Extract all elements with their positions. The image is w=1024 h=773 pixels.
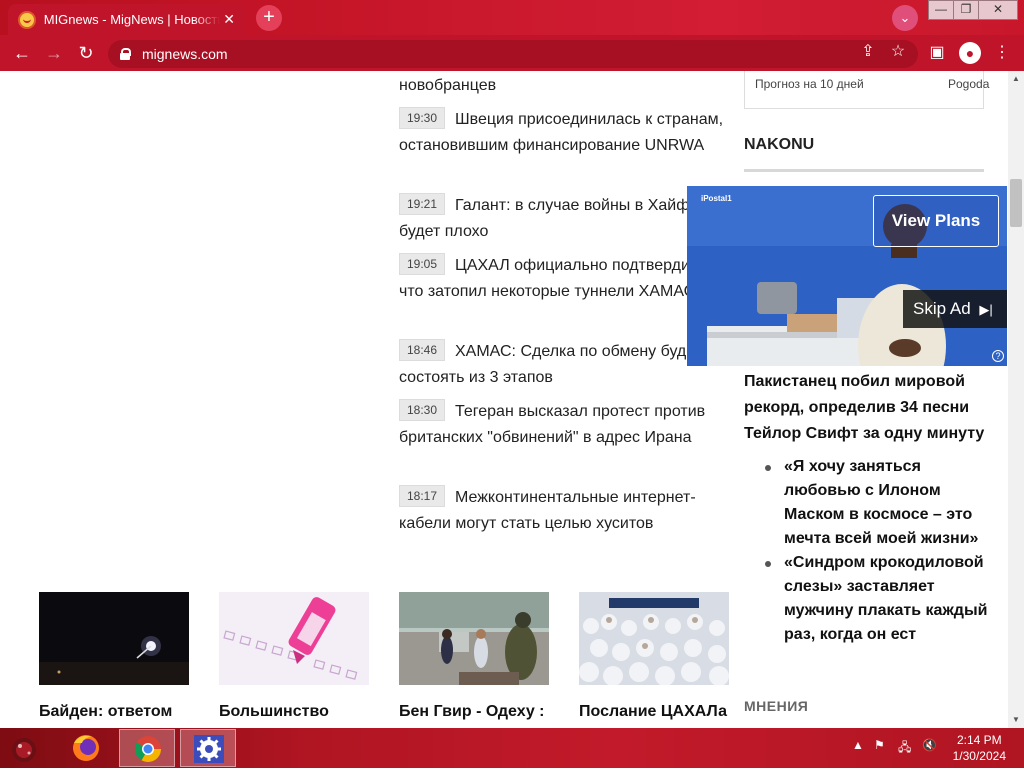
section-title-nakonu[interactable]: NAKONU	[744, 136, 814, 154]
view-plans-button[interactable]: View Plans	[873, 195, 999, 247]
windows-taskbar: ▲ ⚑ 🖧 🔇 2:14 PM 1/30/2024	[0, 728, 1024, 768]
settings-taskbar-icon[interactable]	[180, 729, 236, 767]
volume-muted-icon[interactable]: 🔇	[922, 738, 937, 752]
chrome-taskbar-icon[interactable]	[119, 729, 175, 767]
news-continued-text[interactable]: новобранцев	[399, 73, 496, 99]
section-divider	[744, 169, 984, 172]
tab-title: MIGnews - MigNews | Новости Израиля	[43, 12, 221, 27]
thumbnail-caption[interactable]: Послание ЦАХАЛа	[579, 703, 727, 721]
news-time: 19:05	[399, 253, 445, 275]
related-story-item[interactable]: «Синдром крокодиловой слезы» заставляет …	[764, 551, 989, 647]
browser-titlebar: MIGnews - MigNews | Новости Израиля ✕ + …	[0, 0, 1024, 35]
section-title-opinions[interactable]: МНЕНИЯ	[744, 698, 808, 714]
close-window-button[interactable]: ✕	[978, 0, 1018, 20]
news-item[interactable]: 19:05 ЦАХАЛ официально подтвердил, что за…	[399, 253, 729, 305]
side-panel-icon[interactable]: ▣	[926, 42, 948, 64]
maximize-button[interactable]: ❐	[953, 0, 979, 20]
news-time: 18:30	[399, 399, 445, 421]
scroll-up-arrow-icon[interactable]: ▲	[1008, 71, 1024, 87]
back-button[interactable]: ←	[10, 41, 34, 65]
firefox-taskbar-icon[interactable]	[58, 729, 114, 767]
news-item[interactable]: 18:46 ХАМАС: Сделка по обмену будет состо…	[399, 339, 729, 391]
ad-help-icon[interactable]: ?	[992, 350, 1004, 362]
scroll-down-arrow-icon[interactable]: ▼	[1008, 712, 1024, 728]
action-center-flag-icon[interactable]: ⚑	[874, 738, 885, 752]
ad-brand-logo: iPostal1	[701, 194, 732, 203]
news-item[interactable]: 18:17 Межконтинентальные интернет-кабели …	[399, 485, 729, 537]
skip-ad-label: Skip Ad	[913, 299, 971, 318]
weather-widget[interactable]: Прогноз на 10 дней Pogoda	[744, 71, 989, 109]
browser-toolbar: ← → ↻ mignews.com ⇪ ☆ ▣ ● ⋮	[0, 35, 1024, 71]
browser-tab[interactable]: MIGnews - MigNews | Новости Израиля ✕	[8, 4, 246, 35]
news-time: 18:17	[399, 485, 445, 507]
news-time: 19:21	[399, 193, 445, 215]
profile-avatar-icon[interactable]: ●	[959, 42, 981, 64]
system-clock[interactable]: 2:14 PM 1/30/2024	[953, 732, 1006, 764]
minimize-button[interactable]: —	[928, 0, 954, 20]
tab-search-button[interactable]: ⌄	[892, 5, 918, 31]
news-thumbnail-night-launch[interactable]	[39, 592, 189, 685]
thumbnail-caption[interactable]: Бен Гвир - Одеху :	[399, 703, 545, 721]
clock-date: 1/30/2024	[952, 749, 1006, 763]
news-item[interactable]: 19:21 Галант: в случае войны в Хайфе буде…	[399, 193, 729, 245]
page-scrollbar[interactable]: ▲ ▼	[1008, 71, 1024, 728]
site-favicon-icon	[18, 10, 36, 29]
menu-kebab-icon[interactable]: ⋮	[991, 42, 1013, 64]
reload-button[interactable]: ↻	[74, 41, 98, 65]
related-story-item[interactable]: «Я хочу заняться любовью с Илоном Маском…	[764, 455, 989, 551]
address-url: mignews.com	[142, 46, 228, 62]
skip-next-icon: ▶|	[979, 302, 993, 317]
news-time: 18:46	[399, 339, 445, 361]
scrollbar-thumb[interactable]	[1010, 179, 1022, 227]
thumbnail-caption[interactable]: Большинство	[219, 703, 329, 721]
clock-time: 2:14 PM	[956, 733, 1002, 747]
share-icon[interactable]: ⇪	[858, 41, 878, 61]
news-thumbnail-street[interactable]	[399, 592, 549, 685]
video-ad[interactable]: iPostal1 View Plans Skip Ad ▶| ?	[687, 186, 1007, 366]
thumbnail-caption[interactable]: Байден: ответом	[39, 703, 172, 721]
network-icon[interactable]: 🖧	[898, 738, 911, 759]
related-stories-list: «Я хочу заняться любовью с Илоном Маском…	[764, 455, 989, 647]
lock-icon[interactable]	[120, 48, 131, 60]
new-tab-button[interactable]: +	[256, 5, 282, 31]
news-thumbnail-crowd[interactable]	[579, 592, 729, 685]
news-item[interactable]: 18:30 Тегеран высказал протест против бри…	[399, 399, 729, 451]
bookmark-star-icon[interactable]: ☆	[888, 41, 908, 61]
tray-overflow-icon[interactable]: ▲	[852, 738, 864, 752]
news-time: 19:30	[399, 107, 445, 129]
featured-story-title[interactable]: Пакистанец побил мировой рекорд, определ…	[744, 369, 989, 447]
news-thumbnail-checkboxes[interactable]	[219, 592, 369, 685]
news-item[interactable]: 19:30 Швеция присоединилась к странам, ос…	[399, 107, 729, 159]
page-content: новобранцев 19:30 Швеция присоединилась к…	[0, 71, 1008, 728]
forecast-link[interactable]: Pogoda	[948, 77, 989, 91]
forecast-label[interactable]: Прогноз на 10 дней	[755, 77, 864, 91]
address-bar[interactable]: mignews.com	[108, 40, 918, 68]
forward-button[interactable]: →	[42, 41, 66, 65]
news-title[interactable]: Швеция присоединилась к странам, останов…	[399, 111, 723, 154]
tab-close-icon[interactable]: ✕	[220, 11, 238, 28]
skip-ad-button[interactable]: Skip Ad ▶|	[903, 290, 1007, 328]
start-button[interactable]	[0, 729, 48, 767]
